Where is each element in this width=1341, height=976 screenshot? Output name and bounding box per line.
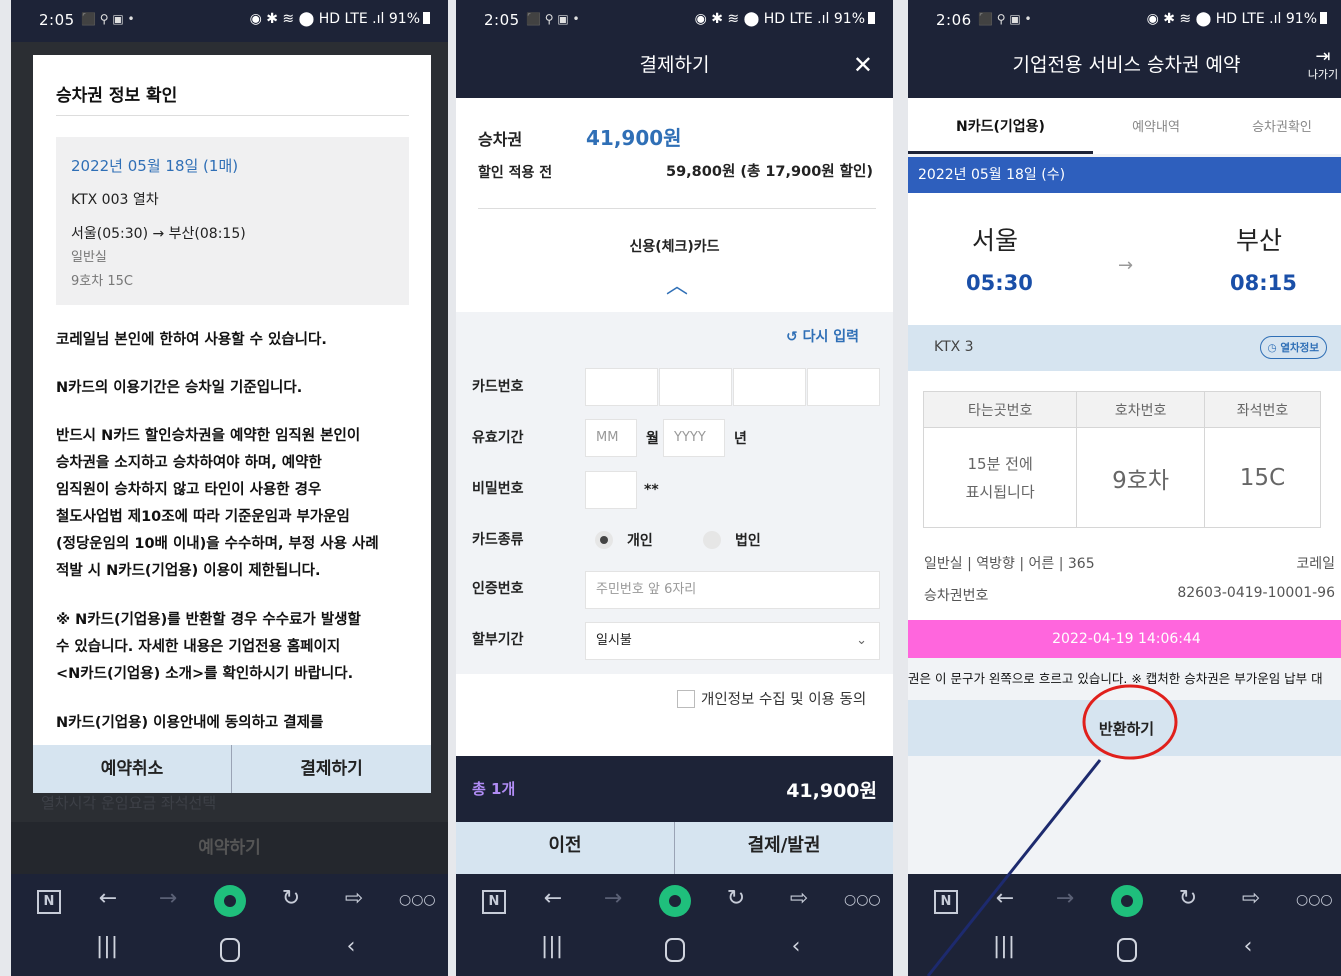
pointer-line bbox=[926, 759, 1102, 976]
highlight-circle bbox=[1082, 684, 1178, 760]
annotation-overlay bbox=[926, 684, 1178, 976]
